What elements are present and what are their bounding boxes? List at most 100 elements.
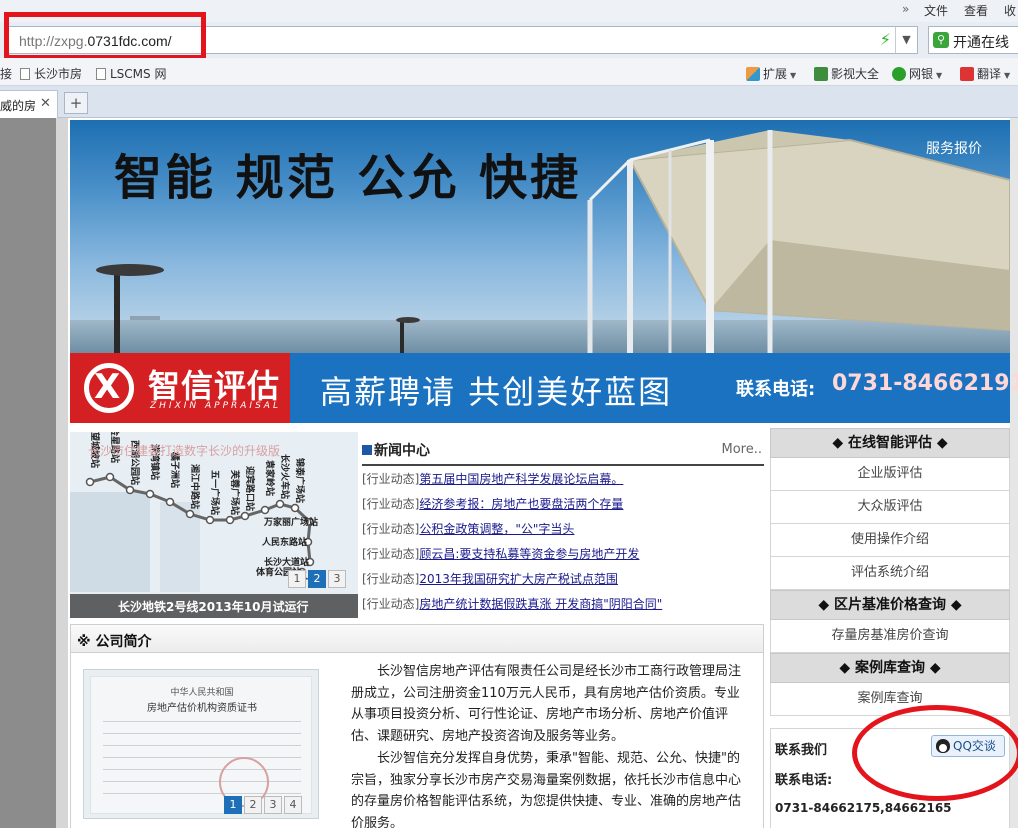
news-item: [行业动态]房地产统计数据假跌真涨 开发商搞"阴阳合同" xyxy=(362,597,663,611)
menu-overflow-chevron[interactable]: » xyxy=(902,2,909,16)
extensions-icon xyxy=(746,67,760,81)
close-icon[interactable]: ✕ xyxy=(40,96,51,111)
news-link[interactable]: 公积金政策调整，"公"字当头 xyxy=(419,522,574,536)
browser-tab-active[interactable]: 威的房 ✕ xyxy=(0,90,58,118)
company-intro-title: ※ 公司简介 xyxy=(77,634,152,650)
metro-station-dot xyxy=(260,505,270,515)
news-link[interactable]: 经济参考报：房地产也要盘活两个存量 xyxy=(419,497,623,511)
ad-tel-number: 0731-84662191 xyxy=(832,371,1018,396)
toolbar-bank[interactable]: 网银 ▼ xyxy=(892,65,942,82)
news-item: [行业动态]2013年我国研究扩大房产税试点范围 xyxy=(362,572,618,586)
page-icon xyxy=(96,68,106,80)
cert-page-2[interactable]: 2 xyxy=(244,796,262,814)
cert-page-4[interactable]: 4 xyxy=(284,796,302,814)
menu-view[interactable]: 查看 xyxy=(964,2,988,19)
metro-station-label: 迎宾路口站 xyxy=(244,466,256,511)
news-list: [行业动态]第五届中国房地产科学发展论坛启幕。 [行业动态]经济参考报：房地产也… xyxy=(362,470,662,620)
news-item: [行业动态]公积金政策调整，"公"字当头 xyxy=(362,522,575,536)
slider-caption[interactable]: 长沙地铁2号线2013年10月试运行 xyxy=(118,598,308,615)
recruitment-banner[interactable]: X 智信评估 ZHIXIN APPRAISAL 高薪聘请 共创美好蓝图 联系电话… xyxy=(70,353,1018,423)
tab-title: 威的房 xyxy=(0,99,37,113)
new-tab-button[interactable]: + xyxy=(64,92,88,114)
news-link[interactable]: 第五届中国房地产科学发展论坛启幕。 xyxy=(419,472,623,486)
news-title: 新闻中心 xyxy=(362,440,430,460)
base-price-query-link[interactable]: 存量房基准房价查询 xyxy=(770,620,1010,653)
metro-station-dot xyxy=(125,485,135,495)
red-highlight-oval xyxy=(852,705,1018,801)
metro-station-label: 袁家岭站 xyxy=(264,459,276,496)
metro-station-label: 五一广场站 xyxy=(209,470,221,515)
company-intro-header: ※ 公司简介 xyxy=(71,625,763,653)
enterprise-valuation-link[interactable]: 企业版评估 xyxy=(770,458,1010,491)
news-item: [行业动态]第五届中国房地产科学发展论坛启幕。 xyxy=(362,472,624,486)
cert-page-3[interactable]: 3 xyxy=(264,796,282,814)
metro-station-label: 湘江中路站 xyxy=(189,464,201,509)
search-icon[interactable]: ⚲ xyxy=(933,32,949,48)
favorite-item[interactable]: 长沙市房 xyxy=(20,65,82,82)
intro-paragraph-2: 长沙智信充分发挥自身优势，秉承"智能、规范、公允、快捷"的宗旨，独家分享长沙市房… xyxy=(351,750,742,828)
certificate-top-text: 中华人民共和国 xyxy=(170,688,234,698)
system-intro-link[interactable]: 评估系统介绍 xyxy=(770,557,1010,590)
bolt-icon[interactable]: ⚡ xyxy=(880,30,891,49)
recruit-slogan: 高薪聘请 共创美好蓝图 xyxy=(320,373,673,411)
logo-english: ZHIXIN APPRAISAL xyxy=(150,401,281,411)
metro-station-label: 芙蓉广场站 xyxy=(229,469,241,515)
cert-page-1[interactable]: 1 xyxy=(224,796,242,814)
base-price-header: ◆ 区片基准价格查询 ◆ xyxy=(770,590,1010,620)
slider-page-1[interactable]: 1 xyxy=(288,570,306,588)
red-highlight-box xyxy=(4,12,206,60)
toolbar-extensions[interactable]: 扩展 ▼ xyxy=(746,65,796,82)
metro-station-dot xyxy=(205,515,215,525)
address-dropdown-icon[interactable]: ▼ xyxy=(895,27,917,53)
slider-pagination: 123 xyxy=(288,570,348,588)
certificate-image: 中华人民共和国 房地产估价机构资质证书 xyxy=(90,676,312,814)
metro-station-dot xyxy=(105,472,115,482)
certificate-slider[interactable]: 中华人民共和国 房地产估价机构资质证书 1234 xyxy=(83,669,319,819)
news-link[interactable]: 房地产统计数据假跌真涨 开发商搞"阴阳合同" xyxy=(419,597,662,611)
page-left-gutter xyxy=(0,118,56,828)
metro-station-dot xyxy=(290,503,300,513)
contact-title: 联系我们 xyxy=(775,743,828,758)
metro-station-dot xyxy=(240,511,250,521)
film-icon xyxy=(814,67,828,81)
header-banner: 智能 规范 公允 快捷 服务报价 xyxy=(70,120,1010,353)
news-link[interactable]: 顾云昌:要支持私募等资金参与房地产开发 xyxy=(419,547,639,561)
favorites-bar: 接 长沙市房 LSCMS 网 扩展 ▼ 影视大全 网银 ▼ 翻译 ▼ xyxy=(0,58,1018,86)
favorite-item[interactable]: 接 xyxy=(0,65,12,82)
toolbar-video[interactable]: 影视大全 xyxy=(814,65,879,82)
metro-station-dot xyxy=(85,477,95,487)
news-header: 新闻中心 More.. xyxy=(362,440,764,466)
operation-guide-link[interactable]: 使用操作介绍 xyxy=(770,524,1010,557)
contact-tel-number: 0731-84662175,84662165 xyxy=(775,801,952,815)
right-service-panel: ◆ 在线智能评估 ◆ 企业版评估 大众版评估 使用操作介绍 评估系统介绍 ◆ 区… xyxy=(770,428,1010,716)
public-valuation-link[interactable]: 大众版评估 xyxy=(770,491,1010,524)
metro-station-dot xyxy=(225,515,235,525)
news-center: 新闻中心 More.. [行业动态]第五届中国房地产科学发展论坛启幕。 [行业动… xyxy=(362,432,764,618)
banner-slogan: 智能 规范 公允 快捷 xyxy=(114,150,582,206)
slider-page-2[interactable]: 2 xyxy=(308,570,326,588)
slider-caption-bar[interactable]: 长沙地铁2号线2013年10月试运行 xyxy=(70,594,358,618)
slider-faded-caption: 长沙市住建委打造数字长沙的升级版 xyxy=(88,444,281,458)
company-intro-section: ※ 公司简介 中华人民共和国 房地产估价机构资质证书 1234 长沙智信房地产评… xyxy=(70,624,764,828)
metro-station-label: 长沙大道站 xyxy=(264,556,309,568)
service-price-link[interactable]: 服务报价 xyxy=(926,138,982,158)
search-text: 开通在线 xyxy=(953,35,1009,51)
search-box[interactable]: ⚲ 开通在线 xyxy=(928,26,1018,54)
news-image-slider[interactable]: 望城坡站 金星路站 西湖公园站 溁湾镇站 橘子洲站 湘江中路站 五一广场站 芙蓉广场站 迎宾路口… xyxy=(70,432,358,618)
news-more-link[interactable]: More.. xyxy=(722,442,763,457)
favorite-item[interactable]: LSCMS 网 xyxy=(96,65,166,82)
menu-favorites[interactable]: 收 xyxy=(1004,2,1016,19)
menu-file[interactable]: 文件 xyxy=(924,2,948,19)
slider-page-3[interactable]: 3 xyxy=(328,570,346,588)
toolbar-translate[interactable]: 翻译 ▼ xyxy=(960,65,1010,82)
online-valuation-header: ◆ 在线智能评估 ◆ xyxy=(770,428,1010,458)
news-item: [行业动态]顾云昌:要支持私募等资金参与房地产开发 xyxy=(362,547,640,561)
certificate-pagination: 1234 xyxy=(224,796,304,814)
certificate-title: 房地产估价机构资质证书 xyxy=(147,703,257,714)
page-icon xyxy=(20,68,30,80)
metro-station-label: 锦泰广场站 xyxy=(294,458,306,503)
company-intro-text: 长沙智信房地产评估有限责任公司是经长沙市工商行政管理局注册成立，公司注册资金11… xyxy=(351,661,747,828)
logo-mark: X xyxy=(94,367,121,407)
news-link[interactable]: 2013年我国研究扩大房产税试点范围 xyxy=(419,572,618,586)
ad-tel-label: 联系电话: xyxy=(736,379,816,400)
